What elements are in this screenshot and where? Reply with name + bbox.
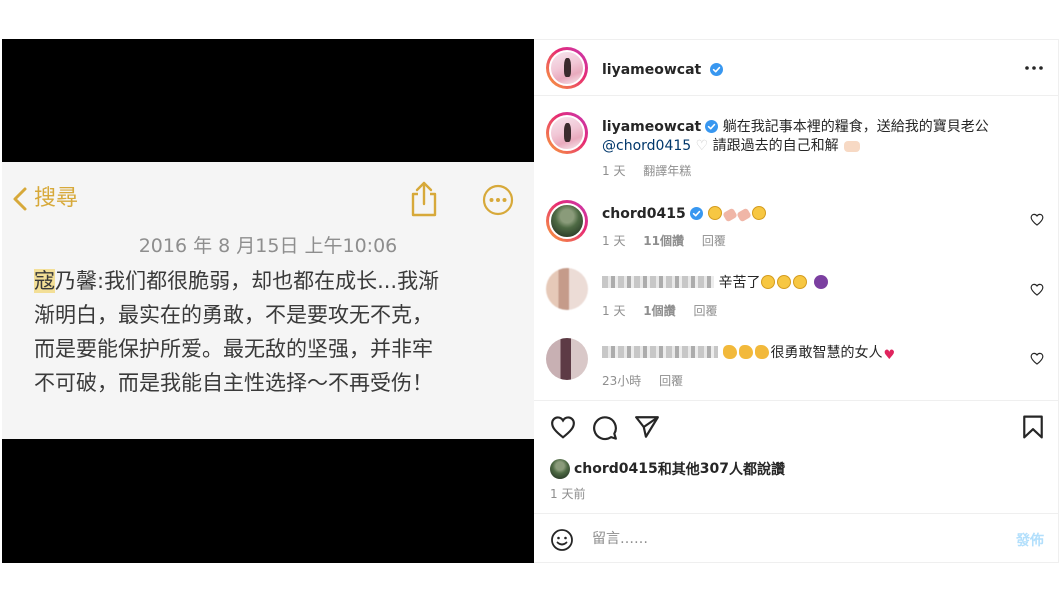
liked-by-avatar[interactable] xyxy=(550,459,570,479)
reply-button[interactable]: 回覆 xyxy=(693,304,717,318)
more-circle-icon xyxy=(482,184,514,216)
comment-like-icon[interactable] xyxy=(1030,283,1044,296)
reply-button[interactable]: 回覆 xyxy=(702,234,726,248)
verified-icon xyxy=(710,63,724,76)
translate-link[interactable]: 翻譯年糕 xyxy=(643,164,691,178)
liked-by-others-label: 和其他 xyxy=(657,462,700,478)
comment-time[interactable]: 1 天 xyxy=(602,234,625,248)
clap-emoji-icon xyxy=(755,345,770,359)
liked-by: chord0415 和其他 307 人都說讚 xyxy=(550,459,785,479)
caption-meta: 1 天 翻譯年糕 xyxy=(602,162,705,179)
comment-input[interactable] xyxy=(592,526,972,552)
caption-time[interactable]: 1 天 xyxy=(602,164,625,178)
note-line: 不可破，而是我能自主性选择～不再受伤！ xyxy=(34,371,433,395)
post-comment-button[interactable]: 發佈 xyxy=(1016,530,1044,550)
comment: 辛苦了 xyxy=(602,274,1022,293)
share-send-icon[interactable] xyxy=(634,415,660,439)
note-line: 渐明白，最实在的勇敢，不是要攻无不克， xyxy=(34,303,433,327)
back-label: 搜尋 xyxy=(34,186,79,211)
note-line: 寇乃馨:我们都很脆弱，却也都在成长...我渐 xyxy=(34,264,504,298)
tag-emoji-icon xyxy=(722,207,738,223)
post-time[interactable]: 1 天前 xyxy=(550,485,585,502)
comment-composer: 發佈 xyxy=(534,513,1058,564)
caption-username[interactable]: liyameowcat xyxy=(602,119,701,135)
comment-username[interactable]: chord0415 xyxy=(602,206,686,222)
white-heart-icon: ♡ xyxy=(695,138,709,154)
post-panel: liyameowcat liyameowcat 躺在我記事本裡的糧食，送給我的寶… xyxy=(534,39,1059,563)
grapes-emoji-icon xyxy=(813,275,828,289)
comment-time[interactable]: 23小時 xyxy=(602,374,641,388)
note-highlight: 寇 xyxy=(34,269,55,293)
note-line: 而是要能保护所爱。最无敌的坚强，并非牢 xyxy=(34,337,433,361)
comment-time[interactable]: 1 天 xyxy=(602,304,625,318)
clap-emoji-icon xyxy=(723,345,738,359)
liked-by-user[interactable]: chord0415 xyxy=(574,461,658,477)
comment-meta: 1 天 1個讚 回覆 xyxy=(602,302,731,319)
angel-emoji-icon xyxy=(752,206,767,220)
comment: chord0415 xyxy=(602,205,1022,224)
blurred-username xyxy=(602,346,718,358)
comment-meta: 1 天 11個讚 回覆 xyxy=(602,232,740,249)
more-options-icon[interactable] xyxy=(1024,58,1044,78)
emoji-icon[interactable] xyxy=(550,528,574,552)
save-bookmark-icon[interactable] xyxy=(1022,415,1044,439)
red-heart-icon: ♥ xyxy=(883,348,896,363)
caption-mention[interactable]: @chord0415 xyxy=(602,138,691,154)
hands-emoji-icon xyxy=(844,141,861,152)
note-date: 2016 年 8 月15日 上午10:06 xyxy=(138,235,398,257)
comment: 很勇敢智慧的女人♥ xyxy=(602,344,1022,365)
clap-emoji-icon xyxy=(739,345,754,359)
note-body: 寇乃馨:我们都很脆弱，却也都在成长...我渐 渐明白，最实在的勇敢，不是要攻无不… xyxy=(34,264,504,400)
verified-icon xyxy=(689,207,703,220)
caption: liyameowcat 躺在我記事本裡的糧食，送給我的寶貝老公 @chord04… xyxy=(602,118,1022,156)
notes-screenshot: 搜尋 2016 年 8 月15日 上午10:06 寇乃馨:我们都很脆弱，却也都在… xyxy=(2,162,534,439)
sweat-emoji-icon xyxy=(777,275,792,289)
author-avatar[interactable] xyxy=(546,47,588,89)
comment-text: 很勇敢智慧的女人 xyxy=(770,345,883,361)
sweat-emoji-icon xyxy=(793,275,808,289)
notes-back-button: 搜尋 xyxy=(12,184,78,214)
post-media: 搜尋 2016 年 8 月15日 上午10:06 寇乃馨:我们都很脆弱，却也都在… xyxy=(2,39,534,563)
comment-likes[interactable]: 1個讚 xyxy=(643,304,675,318)
comment-text: 辛苦了 xyxy=(718,275,761,291)
verified-icon xyxy=(705,120,719,133)
like-icon[interactable] xyxy=(550,415,576,439)
sweat-emoji-icon xyxy=(761,275,776,289)
comment-avatar[interactable] xyxy=(546,338,588,380)
comment-avatar[interactable] xyxy=(546,268,588,310)
comment-icon[interactable] xyxy=(592,415,618,441)
comment-avatar[interactable] xyxy=(546,200,588,242)
angel-emoji-icon xyxy=(708,206,723,220)
comment-like-icon[interactable] xyxy=(1030,213,1044,226)
comment-meta: 23小時 回覆 xyxy=(602,372,697,389)
author-username[interactable]: liyameowcat xyxy=(602,62,701,78)
note-line-text: 乃馨:我们都很脆弱，却也都在成长...我渐 xyxy=(55,269,440,293)
liked-by-suffix: 人都說讚 xyxy=(729,462,786,478)
tag-emoji-icon xyxy=(736,207,752,223)
caption-text-2: 請跟過去的自己和解 xyxy=(712,138,839,154)
chevron-left-icon xyxy=(13,187,27,211)
post-header: liyameowcat xyxy=(534,40,1058,96)
author-name-wrap: liyameowcat xyxy=(602,59,724,78)
blurred-username xyxy=(602,276,714,288)
share-icon xyxy=(411,181,437,217)
comment-likes[interactable]: 11個讚 xyxy=(643,234,684,248)
caption-avatar[interactable] xyxy=(546,112,588,154)
caption-text: 躺在我記事本裡的糧食，送給我的寶貝老公 xyxy=(722,119,989,135)
comment-like-icon[interactable] xyxy=(1030,352,1044,365)
liked-by-count[interactable]: 307 xyxy=(700,461,729,477)
reply-button[interactable]: 回覆 xyxy=(659,374,683,388)
